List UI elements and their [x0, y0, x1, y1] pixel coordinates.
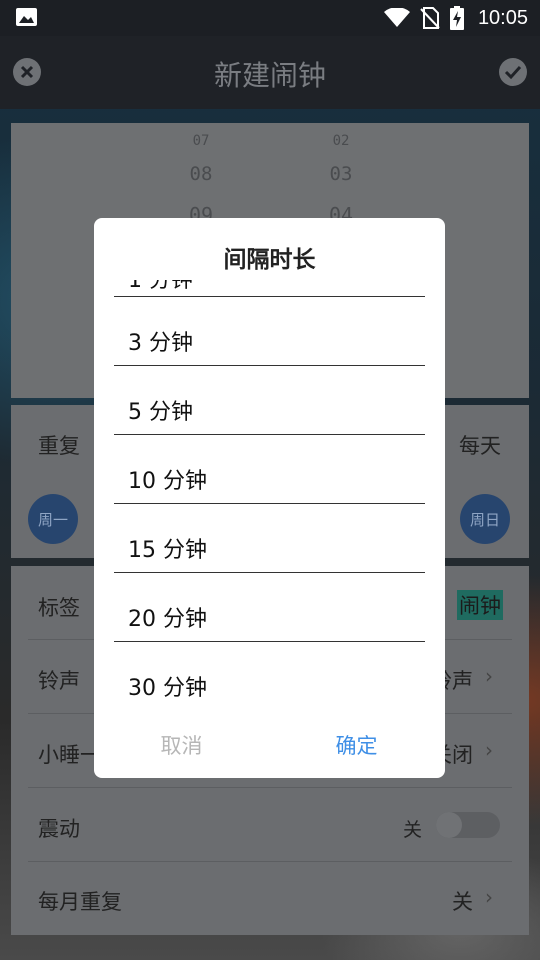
- day-sunday[interactable]: 周日: [460, 494, 510, 544]
- ok-button[interactable]: 确定: [269, 730, 444, 760]
- vibrate-toggle[interactable]: [436, 812, 500, 838]
- interval-item[interactable]: 5 分钟: [128, 394, 193, 426]
- repeat-label: 重复: [38, 434, 80, 458]
- snooze-row-label: 小睡一: [38, 743, 101, 767]
- status-time: 10:05: [477, 6, 528, 29]
- status-bar: 10:05: [0, 0, 540, 36]
- interval-list[interactable]: 1 分钟 3 分钟 5 分钟 10 分钟 15 分钟 20 分钟 30 分钟: [94, 280, 445, 710]
- label-row-label: 标签: [38, 596, 80, 620]
- divider: [28, 861, 512, 862]
- no-sim-icon: [420, 7, 440, 29]
- hour-item: 08: [189, 163, 213, 185]
- monthly-repeat-row-label: 每月重复: [38, 890, 122, 914]
- chevron-right-icon: ›: [485, 885, 493, 909]
- vibrate-row-value: 关: [403, 819, 423, 841]
- divider: [114, 503, 425, 504]
- divider: [114, 434, 425, 435]
- cancel-button[interactable]: 取消: [94, 730, 269, 760]
- label-row-value[interactable]: 闹钟: [457, 590, 503, 620]
- divider: [114, 641, 425, 642]
- divider: [114, 365, 425, 366]
- repeat-value[interactable]: 每天: [459, 430, 501, 460]
- ringtone-row-label: 铃声: [38, 669, 80, 693]
- interval-item[interactable]: 20 分钟: [128, 601, 207, 633]
- interval-item[interactable]: 1 分钟: [128, 280, 193, 294]
- interval-item[interactable]: 10 分钟: [128, 463, 207, 495]
- interval-dialog: 间隔时长 1 分钟 3 分钟 5 分钟 10 分钟 15 分钟 20 分钟 30…: [94, 218, 445, 778]
- image-icon: [16, 8, 37, 26]
- day-monday[interactable]: 周一: [28, 494, 78, 544]
- hour-item: 07: [192, 133, 210, 149]
- battery-charging-icon: [449, 6, 464, 30]
- monthly-repeat-row-value[interactable]: 关: [452, 886, 473, 916]
- minute-item: 03: [329, 163, 353, 185]
- interval-item[interactable]: 15 分钟: [128, 532, 207, 564]
- dialog-title: 间隔时长: [223, 247, 316, 273]
- wifi-icon: [383, 8, 410, 27]
- divider: [28, 787, 512, 788]
- minute-item: 02: [332, 133, 350, 149]
- chevron-right-icon: ›: [485, 738, 493, 762]
- chevron-right-icon: ›: [485, 664, 493, 688]
- app-bar: 新建闹钟: [0, 36, 540, 109]
- vibrate-row-label: 震动: [38, 817, 80, 841]
- interval-item[interactable]: 30 分钟: [128, 670, 207, 702]
- divider: [114, 296, 425, 297]
- interval-item[interactable]: 3 分钟: [128, 325, 193, 357]
- page-title: 新建闹钟: [213, 59, 326, 92]
- check-icon[interactable]: [499, 58, 527, 86]
- divider: [114, 572, 425, 573]
